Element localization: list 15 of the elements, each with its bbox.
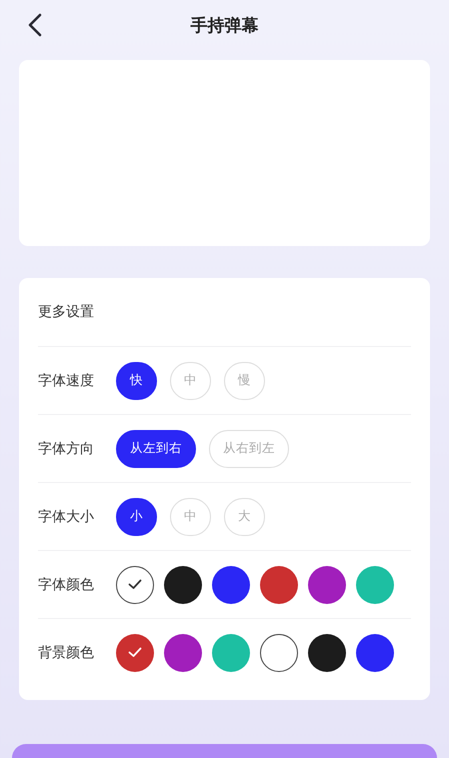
setting-label: 背景颜色: [38, 644, 95, 662]
option-chip[interactable]: 大: [224, 498, 265, 536]
option-chip[interactable]: 慢: [224, 362, 265, 400]
option-chip[interactable]: 从左到右: [116, 430, 196, 468]
setting-label: 字体速度: [38, 372, 95, 390]
option-chip[interactable]: 快: [116, 362, 157, 400]
setting-label: 字体方向: [38, 440, 95, 458]
option-chip[interactable]: 中: [170, 498, 211, 536]
option-chip[interactable]: 中: [170, 362, 211, 400]
page-title: 手持弹幕: [190, 14, 258, 36]
section-title: 更多设置: [38, 303, 94, 321]
setting-label: 字体大小: [38, 508, 95, 526]
option-chip[interactable]: 从右到左: [209, 430, 289, 468]
option-chip[interactable]: 小: [116, 498, 157, 536]
setting-label: 字体颜色: [38, 576, 95, 594]
